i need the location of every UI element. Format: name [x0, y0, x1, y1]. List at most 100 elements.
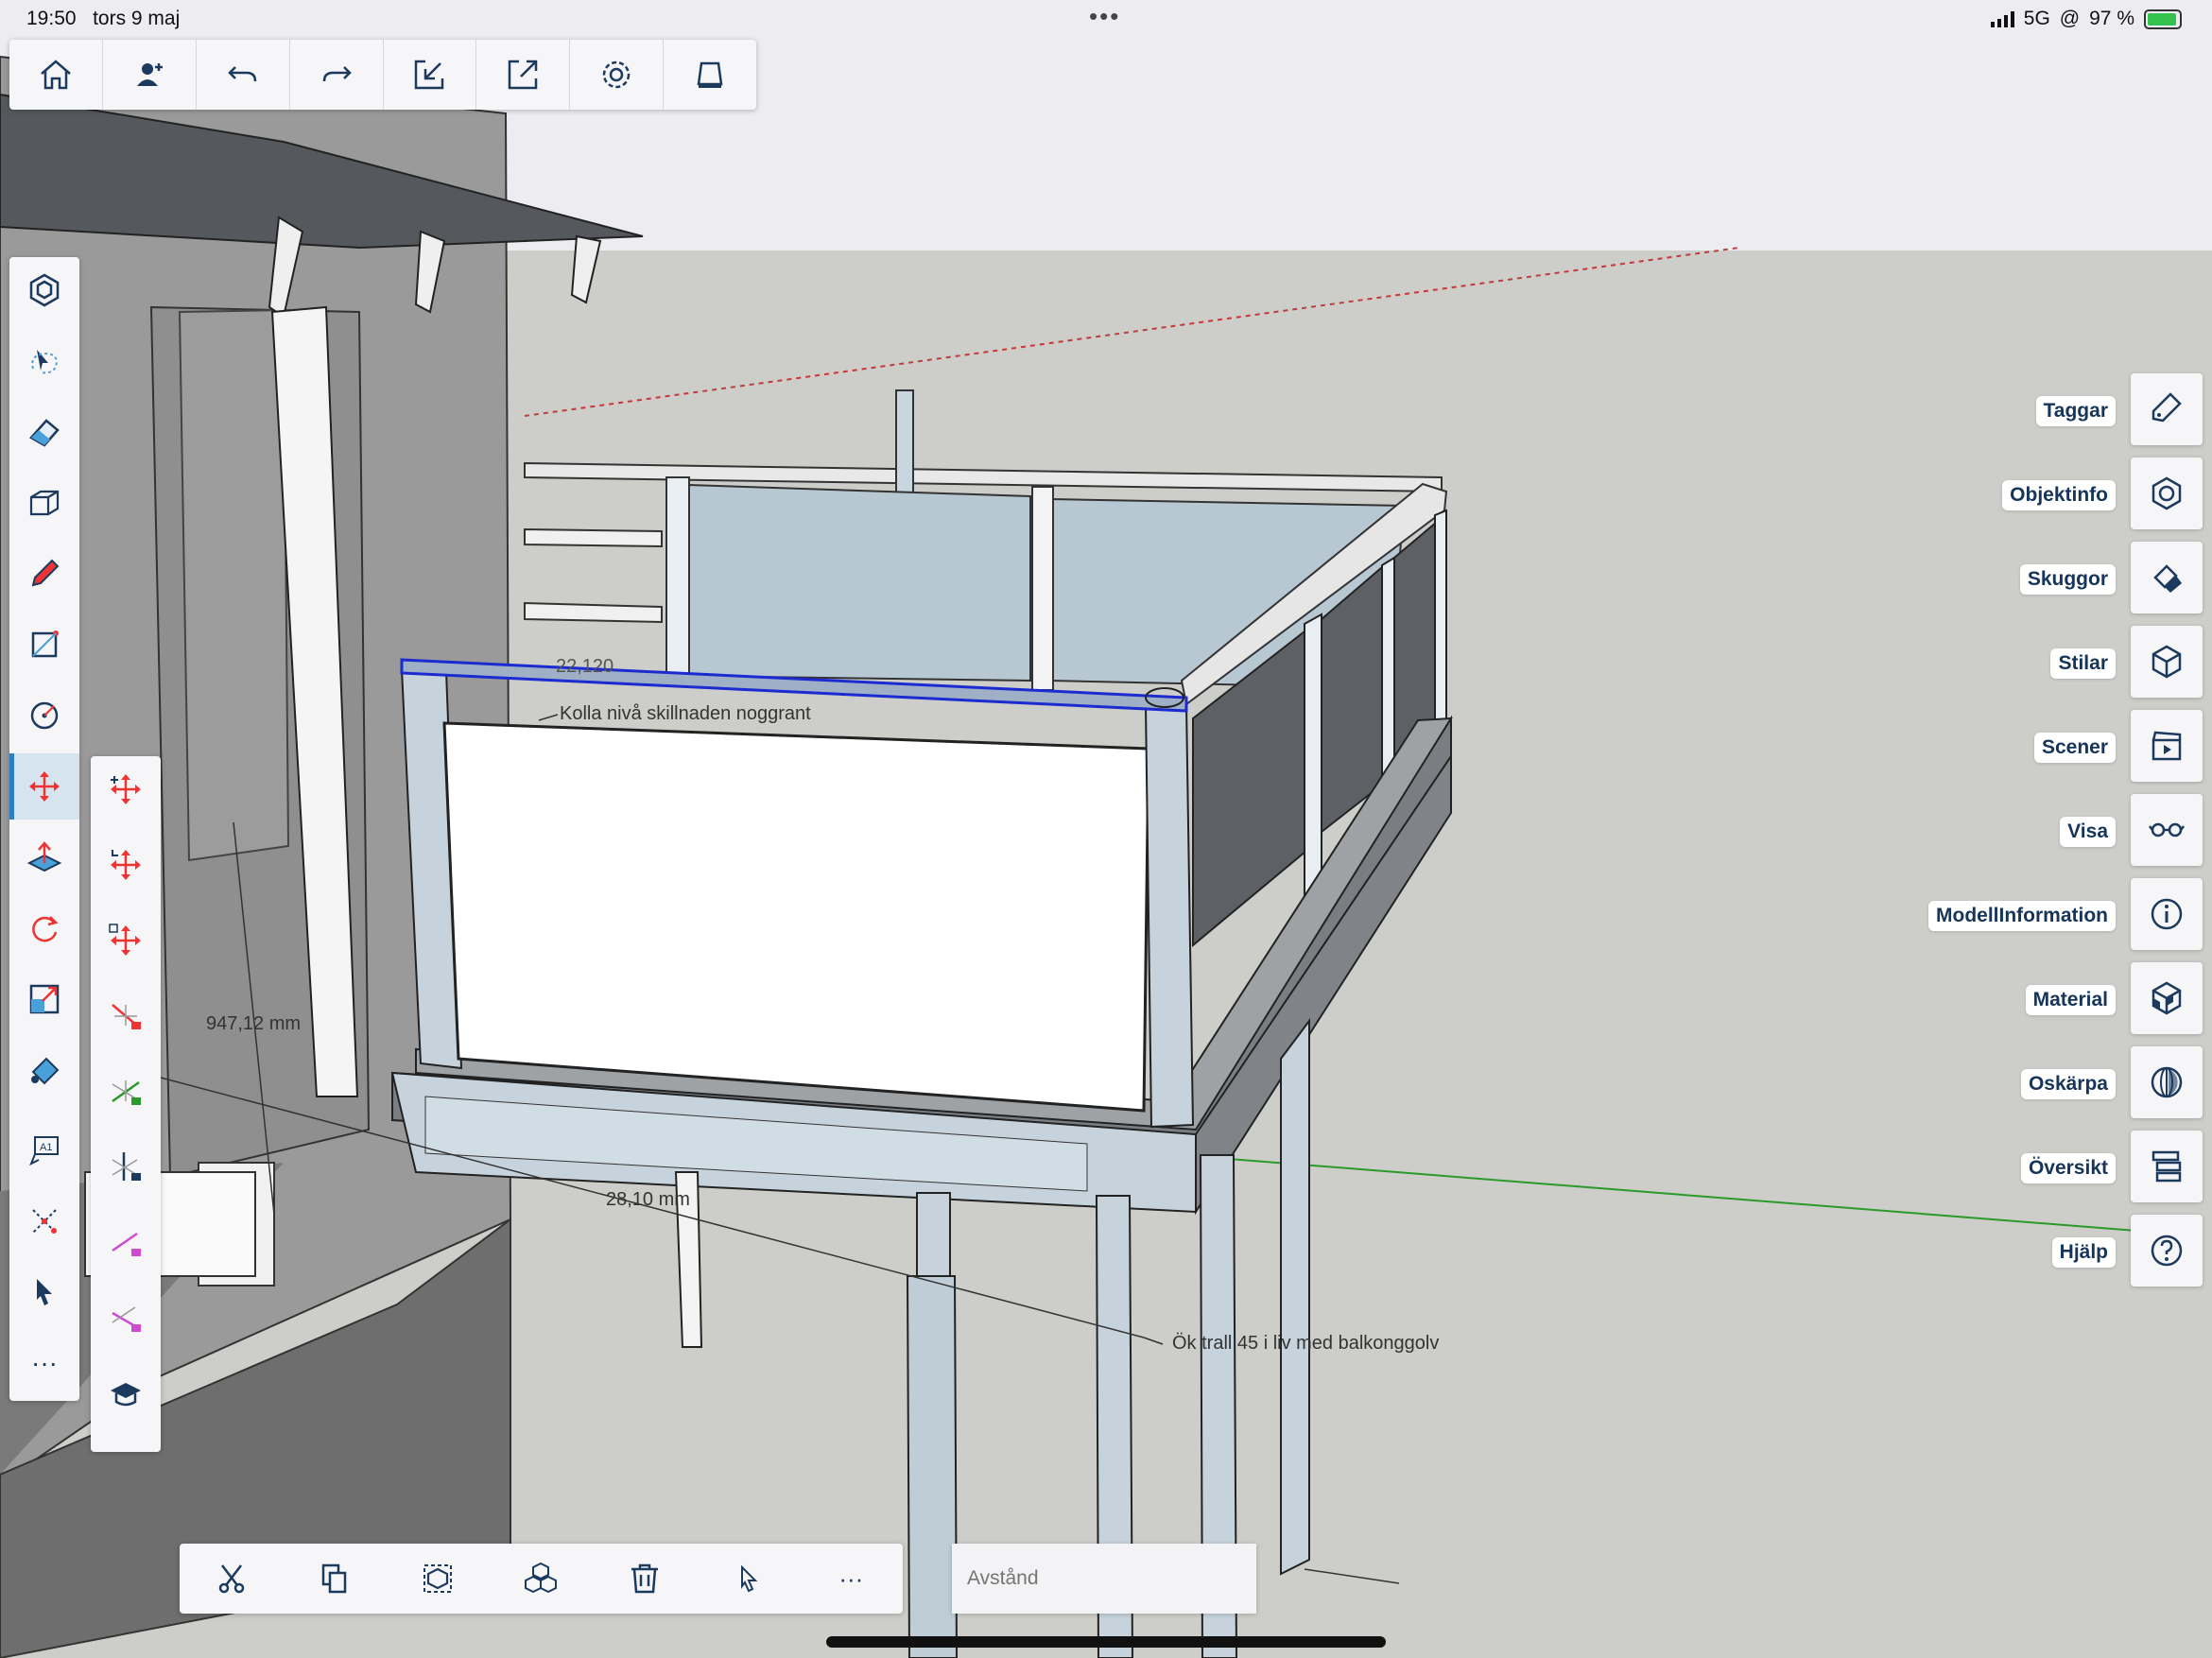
view-button[interactable] — [2131, 794, 2203, 866]
move-option-copy[interactable] — [91, 907, 161, 974]
move-option-vertical[interactable] — [91, 832, 161, 898]
focus-icon: @ — [2059, 8, 2081, 29]
tool-pushpull-box[interactable] — [9, 470, 79, 536]
cut-button[interactable] — [180, 1544, 283, 1614]
undo-button[interactable] — [197, 40, 290, 110]
outliner-button[interactable] — [2131, 1131, 2203, 1202]
tool-component[interactable] — [9, 257, 79, 323]
tool-scale[interactable] — [9, 966, 79, 1032]
cut-icon — [218, 1564, 244, 1594]
lock-red-axis[interactable] — [91, 983, 161, 1049]
tool-lasso[interactable] — [9, 328, 79, 394]
panel-scener[interactable]: Scener — [1881, 710, 2203, 782]
import-button[interactable] — [384, 40, 477, 110]
panel-label[interactable]: Scener — [2033, 733, 2116, 763]
dimension-label[interactable]: 947,12 mm — [206, 1013, 301, 1035]
panel-label[interactable]: Hjälp — [2051, 1237, 2116, 1268]
tool-text[interactable]: A1 — [9, 1117, 79, 1183]
measurement-input[interactable] — [952, 1544, 1253, 1614]
tool-axes[interactable] — [9, 1188, 79, 1254]
panel-taggar[interactable]: Taggar — [1881, 373, 2203, 445]
battery-icon — [2144, 9, 2182, 29]
delete-icon — [631, 1563, 658, 1594]
globe-icon — [2151, 1066, 2183, 1098]
move-vertical-icon — [111, 850, 141, 880]
move-tutorial[interactable] — [91, 1361, 161, 1427]
tag-button[interactable] — [2131, 373, 2203, 445]
svg-text:A1: A1 — [40, 1142, 52, 1153]
select-group-button[interactable] — [387, 1544, 490, 1614]
move-option-free[interactable] — [91, 756, 161, 822]
lock-magenta[interactable] — [91, 1210, 161, 1276]
shadow-icon — [2153, 564, 2182, 593]
panel-skuggor[interactable]: Skuggor — [1881, 542, 2203, 613]
help-button[interactable] — [2131, 1215, 2203, 1287]
text-label-icon: A1 — [29, 1136, 59, 1166]
tool-eraser[interactable] — [9, 399, 79, 465]
select-button[interactable] — [696, 1544, 799, 1614]
delete-button[interactable] — [593, 1544, 696, 1614]
redo-button[interactable] — [290, 40, 384, 110]
tool-move[interactable] — [9, 753, 79, 820]
tool-rotate[interactable] — [9, 895, 79, 961]
entity-info-button[interactable] — [2131, 458, 2203, 529]
home-indicator[interactable] — [826, 1636, 1386, 1648]
panel-label[interactable]: Skuggor — [2019, 564, 2116, 595]
styles-button[interactable] — [2131, 626, 2203, 698]
panel-label[interactable]: Oskärpa — [2020, 1069, 2116, 1099]
tool-more[interactable]: ··· — [9, 1330, 79, 1396]
dimension-label[interactable]: 22,120 — [556, 656, 613, 678]
multitask-dots[interactable]: ••• — [1089, 2, 1120, 31]
tool-select[interactable] — [9, 1259, 79, 1325]
tool-pencil[interactable] — [9, 541, 79, 607]
3d-viewport[interactable]: Kolla nivå skillnaden noggrant Ök trall … — [0, 0, 2212, 1658]
scenes-button[interactable] — [2131, 710, 2203, 782]
model-canvas[interactable] — [0, 0, 2212, 1658]
model-info-button[interactable] — [2131, 878, 2203, 950]
tool-push-pull[interactable] — [9, 824, 79, 890]
add-user-button[interactable] — [103, 40, 197, 110]
lock-green-axis[interactable] — [91, 1059, 161, 1125]
home-icon — [41, 60, 71, 90]
panel-material[interactable]: Material — [1881, 962, 2203, 1034]
copy-button[interactable] — [283, 1544, 386, 1614]
battery-percent: 97 % — [2089, 8, 2134, 29]
panel-visa[interactable]: Visa — [1881, 794, 2203, 866]
panel-label[interactable]: Taggar — [2035, 396, 2116, 426]
panel-label[interactable]: Stilar — [2050, 648, 2116, 679]
panel-label[interactable]: Material — [2025, 985, 2116, 1015]
material-button[interactable] — [2131, 962, 2203, 1034]
panel-stilar[interactable]: Stilar — [1881, 626, 2203, 698]
move-free-icon — [111, 774, 141, 804]
lock-blue-axis[interactable] — [91, 1134, 161, 1200]
eraser-icon — [29, 419, 60, 447]
tool-paint-bucket[interactable] — [9, 1037, 79, 1103]
lock-magenta-parallel[interactable] — [91, 1286, 161, 1352]
export-button[interactable] — [476, 40, 571, 110]
dimension-label[interactable]: 28,10 mm — [606, 1189, 690, 1211]
viewer-button[interactable] — [664, 40, 756, 110]
home-button[interactable] — [9, 40, 103, 110]
shadows-button[interactable] — [2131, 542, 2203, 613]
more-button[interactable]: ··· — [800, 1544, 903, 1614]
settings-button[interactable] — [570, 40, 665, 110]
panel-label[interactable]: Visa — [2060, 817, 2116, 847]
fog-button[interactable] — [2131, 1046, 2203, 1118]
panel-modellinformation[interactable]: ModellInformation — [1881, 878, 2203, 950]
make-component-button[interactable] — [490, 1544, 593, 1614]
tool-rectangle[interactable] — [9, 612, 79, 678]
annotation-note[interactable]: Kolla nivå skillnaden noggrant — [560, 703, 811, 725]
component-icon — [525, 1562, 558, 1594]
panel-oskarpa[interactable]: Oskärpa — [1881, 1046, 2203, 1118]
panel-objektinfo[interactable]: Objektinfo — [1881, 458, 2203, 529]
panel-label[interactable]: ModellInformation — [1928, 901, 2116, 931]
panel-hjalp[interactable]: Hjälp — [1881, 1215, 2203, 1287]
settings-icon — [602, 60, 631, 89]
annotation-note[interactable]: Ök trall 45 i liv med balkonggolv — [1172, 1333, 1439, 1355]
panel-label[interactable]: Översikt — [2020, 1153, 2116, 1183]
panel-oversikt[interactable]: Översikt — [1881, 1131, 2203, 1202]
tool-circle[interactable] — [9, 682, 79, 749]
panel-label[interactable]: Objektinfo — [2002, 480, 2116, 510]
left-toolbar: A1 ··· — [9, 257, 79, 1401]
status-bar: 19:50 tors 9 maj ••• 5G @ 97 % — [0, 0, 2212, 38]
